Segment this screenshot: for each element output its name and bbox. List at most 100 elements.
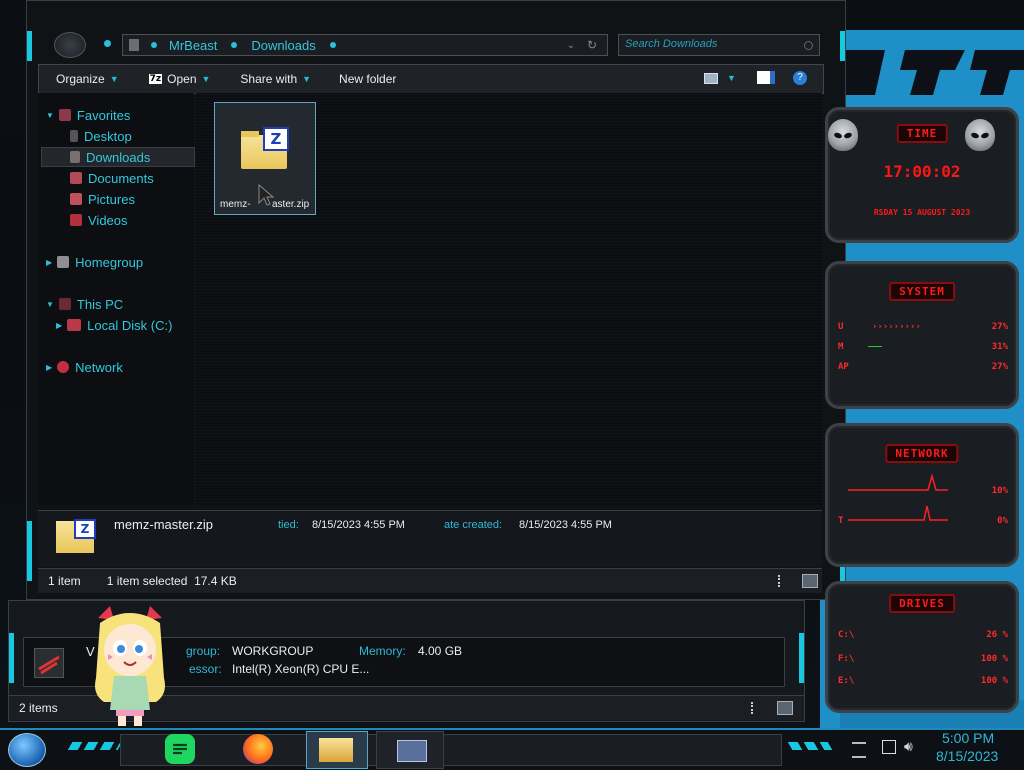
share-with-button[interactable]: Share with ▼ [222,65,323,93]
details-zip-badge-icon: Z [74,519,96,539]
gadget-upload-row: T 0% [838,516,1008,526]
selection-info: 1 item selected 17.4 KB [106,574,237,588]
pictures-icon [70,193,82,205]
gadget-date: RSDAY 15 AUGUST 2023 [873,208,971,217]
nav-this-pc-label: This PC [76,296,124,312]
control-panel-taskbar-button[interactable] [376,731,444,769]
memory-label: Memory: [359,644,406,658]
open-button[interactable]: 7z Open ▼ [131,65,223,93]
nav-local-disk-label: Local Disk (C:) [87,317,173,333]
system-status-items: 2 items [19,701,58,715]
new-folder-button[interactable]: New folder [323,65,408,93]
details-file-name: memz-master.zip [114,517,213,532]
file-item[interactable]: Z memz- aster.zip [214,102,316,215]
zip-badge-icon: Z [263,127,289,151]
gadget-drive-f-row: F:\ 100 % [838,654,1008,664]
gadget-time-title: TIME [896,124,948,143]
view-options-icon[interactable] [704,73,718,84]
gadget-bar-icon: ››››››››› [872,322,921,332]
character-sticker [80,598,180,726]
computer-icon [34,648,64,678]
organize-button[interactable]: Organize ▼ [39,65,131,93]
breadcrumb-downloads[interactable]: Downloads [251,38,315,53]
volume-icon[interactable]: 🔊︎ [904,738,913,755]
nav-documents-label: Documents [88,170,154,186]
date-modified-label: tied: [278,519,299,531]
search-placeholder: Search Downloads [625,38,718,50]
nav-homegroup-label: Homegroup [75,254,144,270]
preview-pane-icon[interactable] [757,71,775,84]
system-gadget: TIME 17:00:02 RSDAY 15 AUGUST 2023 SYSTE… [805,85,1024,725]
file-explorer-taskbar-button[interactable] [306,731,368,769]
nav-homegroup[interactable]: ▶ Homegroup [46,253,143,271]
back-button[interactable] [54,32,86,58]
system-tiles-view-icon[interactable] [777,701,793,715]
folder-path-icon [129,39,139,51]
nav-desktop[interactable]: Desktop [70,127,132,145]
search-icon [804,41,813,50]
firefox-icon[interactable] [243,734,273,764]
expand-arrow-icon: ▼ [46,299,54,309]
homegroup-icon [57,256,70,268]
memory-value: 4.00 GB [418,644,463,658]
help-icon[interactable]: ? [793,71,807,85]
clock-time[interactable]: 5:00 PM [942,730,994,746]
nav-videos[interactable]: Videos [70,211,128,229]
spotify-icon[interactable] [165,734,195,764]
breadcrumb-sep-icon [329,42,336,48]
breadcrumb-mrbeast[interactable]: MrBeast [169,38,217,53]
nav-this-pc[interactable]: ▼ This PC [46,295,123,313]
taskbar: 🔊︎ 5:00 PM 8/15/2023 [0,728,1024,770]
network-icon [57,361,70,373]
nav-network[interactable]: ▶ Network [46,358,123,376]
new-folder-label: New folder [339,72,397,86]
start-button[interactable] [8,733,46,767]
alien-head-icon [828,119,858,151]
search-box[interactable]: Search Downloads [618,34,820,56]
collapse-arrow-icon: ▶ [46,257,53,267]
videos-icon [70,214,82,226]
view-caret-icon[interactable]: ▼ [727,73,736,83]
zip-folder-tab-icon [241,131,259,137]
gadget-time: 17:00:02 [883,162,961,181]
item-count: 1 item [48,574,81,588]
details-view-icon[interactable] [778,575,788,587]
date-modified-value: 8/15/2023 4:55 PM [312,519,405,531]
network-tray-icon[interactable] [882,740,896,754]
gadget-ram-row: M 31% [838,342,1008,352]
gadget-green-line [868,346,882,347]
date-created-label: ate created: [444,519,503,531]
nav-favorites-label: Favorites [76,107,131,123]
nav-documents[interactable]: Documents [70,169,154,187]
gadget-network-title: NETWORK [885,444,959,463]
nav-local-disk[interactable]: ▶ Local Disk (C:) [56,316,172,334]
gadget-swap-row: AP 27% [838,362,1008,372]
address-dropdown-icon[interactable]: ⌄ [567,40,575,51]
nav-favorites[interactable]: ▼ Favorites [46,106,130,124]
forward-button[interactable] [104,40,111,47]
expand-arrow-icon: ▼ [46,110,54,120]
file-list: Z memz- aster.zip [196,93,822,505]
gadget-network-panel: NETWORK 10% T 0% [825,423,1019,567]
gadget-system-panel: SYSTEM U ››››››››› 27% M 31% AP 27% [825,261,1019,409]
workgroup-value: WORKGROUP [232,644,314,658]
nav-downloads[interactable]: Downloads [70,148,150,166]
file-name-part1: memz- [220,199,251,210]
command-bar: Organize ▼ 7z Open ▼ Share with ▼ New folde… [38,64,824,94]
navigation-pane: ▼ Favorites Desktop Downloads Documents … [38,93,195,505]
nav-pictures[interactable]: Pictures [70,190,135,208]
gadget-cpu-row: U ››››››››› 27% [838,322,1008,332]
nav-pictures-label: Pictures [88,191,135,207]
computer-icon [58,298,71,310]
processor-label: essor: [189,662,222,676]
organize-caret-icon: ▼ [109,74,119,84]
clock-date[interactable]: 8/15/2023 [936,748,998,764]
file-explorer-icon [319,738,353,762]
address-bar[interactable]: MrBeast Downloads ⌄ ↻ [122,34,608,56]
details-pane: Z memz-master.zip tied: 8/15/2023 4:55 P… [38,510,822,567]
refresh-icon[interactable]: ↻ [587,38,597,52]
collapse-arrow-icon: ▶ [46,362,53,372]
system-details-view-icon[interactable] [751,702,761,714]
nav-network-label: Network [75,359,123,375]
show-hidden-icons[interactable] [852,742,866,758]
